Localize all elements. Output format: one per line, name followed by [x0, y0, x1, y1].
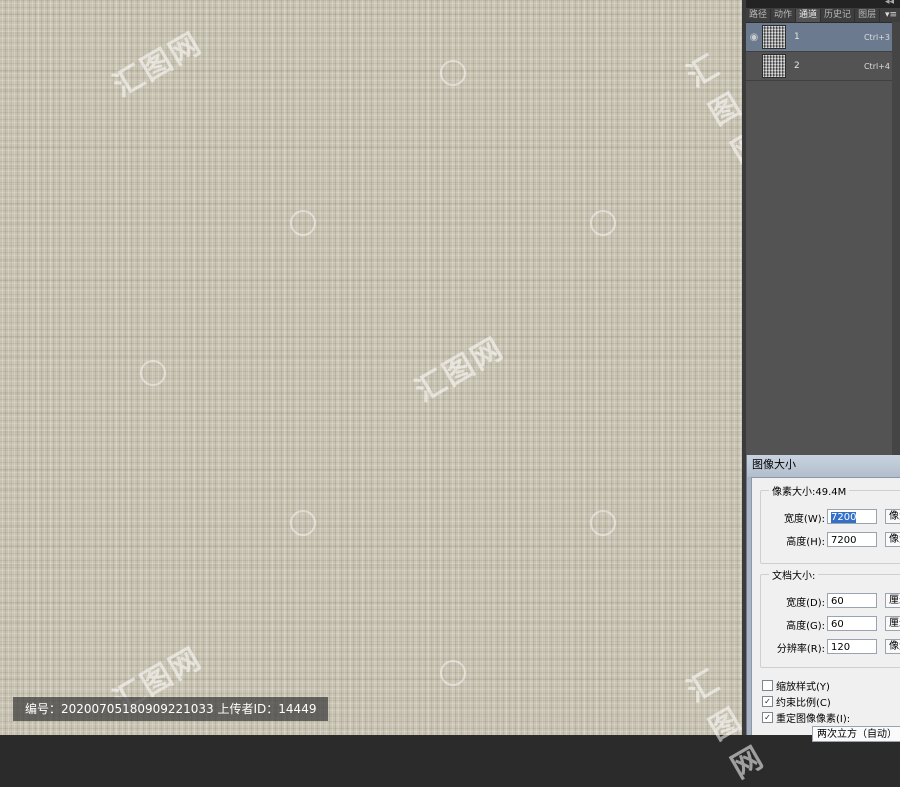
channel-thumbnail: [762, 25, 786, 49]
document-size-label: 文档大小:: [769, 567, 819, 582]
dialog-title: 图像大小: [747, 455, 900, 477]
constrain-proportions-option[interactable]: ✓ 约束比例(C): [762, 694, 831, 709]
doc-width-row: 宽度(D):: [761, 591, 825, 611]
tab-paths[interactable]: 路径: [746, 9, 772, 22]
doc-height-row: 高度(G):: [761, 614, 825, 634]
watermark-mark: [290, 510, 316, 536]
watermark-mark: [140, 360, 166, 386]
pixel-height-input[interactable]: 7200: [827, 532, 877, 547]
document-canvas[interactable]: 汇图网 汇图网 汇图网 汇图网 汇图网 编号：20200705180909221…: [0, 0, 770, 786]
channel-thumbnail: [762, 54, 786, 78]
panel-dock-header: ◂◂: [746, 0, 900, 8]
channel-shortcut: Ctrl+4: [863, 61, 890, 71]
pixel-width-unit-select[interactable]: 像素: [885, 509, 900, 524]
pixel-width-label: 宽度(W):: [783, 514, 825, 525]
doc-height-label: 高度(G):: [786, 621, 825, 632]
watermark-logo: 汇图网: [107, 25, 209, 105]
scale-styles-checkbox[interactable]: [762, 680, 773, 691]
watermark-logo: 汇图网: [409, 330, 511, 410]
eye-icon[interactable]: [746, 52, 762, 80]
collapse-icon[interactable]: ◂◂: [885, 0, 894, 7]
pixel-width-input[interactable]: 7200: [827, 509, 877, 524]
channel-row-2[interactable]: 2 Ctrl+4: [746, 52, 900, 81]
doc-height-input[interactable]: 60: [827, 616, 877, 631]
pixel-dimensions-label: 像素大小:49.4M: [769, 483, 850, 498]
resample-method-select[interactable]: 两次立方（自动）: [812, 726, 900, 742]
watermark-mark: [590, 210, 616, 236]
channel-row-1[interactable]: ◉ 1 Ctrl+3: [746, 23, 900, 52]
pixel-height-label: 高度(H):: [786, 537, 825, 548]
channel-name: 1: [794, 32, 800, 42]
resolution-label: 分辨率(R):: [776, 644, 825, 655]
panel-scrollbar[interactable]: [892, 22, 900, 455]
constrain-proportions-label: 约束比例(C): [776, 698, 831, 709]
resolution-row: 分辨率(R):: [761, 637, 825, 657]
panel-tabs: 路径 动作 通道 历史记 图层 ▾≡: [746, 8, 900, 23]
watermark-mark: [440, 60, 466, 86]
tab-actions[interactable]: 动作: [771, 9, 797, 22]
image-size-dialog: 图像大小 像素大小:49.4M 宽度(W): 7200 像素 高度(H): 72…: [746, 455, 900, 742]
watermark-mark: [590, 510, 616, 536]
resolution-unit-select[interactable]: 像素: [885, 639, 900, 654]
document-size-group: 文档大小: 宽度(D): 60 厘米 高度(G): 60 厘米 分辨率(R): …: [760, 567, 900, 668]
tab-history[interactable]: 历史记: [821, 9, 856, 22]
channel-shortcut: Ctrl+3: [863, 32, 890, 42]
resample-label: 重定图像像素(I):: [776, 714, 851, 725]
pixel-dimensions-group: 像素大小:49.4M 宽度(W): 7200 像素 高度(H): 7200 像素: [760, 483, 900, 564]
resolution-input[interactable]: 120: [827, 639, 877, 654]
scale-styles-label: 缩放样式(Y): [776, 682, 830, 693]
panel-menu-icon[interactable]: ▾≡: [885, 9, 900, 22]
dialog-body: 像素大小:49.4M 宽度(W): 7200 像素 高度(H): 7200 像素…: [751, 477, 900, 742]
eye-icon[interactable]: ◉: [746, 23, 762, 51]
channels-panel: 路径 动作 通道 历史记 图层 ▾≡ ◉ 1 Ctrl+3 2 Ctrl+4: [746, 8, 900, 455]
watermark-mark: [290, 210, 316, 236]
tab-channels[interactable]: 通道: [796, 9, 822, 22]
doc-width-label: 宽度(D):: [786, 598, 825, 609]
resample-checkbox[interactable]: ✓: [762, 712, 773, 723]
resample-option[interactable]: ✓ 重定图像像素(I):: [762, 710, 850, 725]
tab-layers[interactable]: 图层: [855, 9, 881, 22]
channel-name: 2: [794, 61, 800, 71]
doc-width-input[interactable]: 60: [827, 593, 877, 608]
upload-caption: 编号：20200705180909221033 上传者ID：14449: [13, 697, 329, 721]
constrain-proportions-checkbox[interactable]: ✓: [762, 696, 773, 707]
doc-width-unit-select[interactable]: 厘米: [885, 593, 900, 608]
scale-styles-option[interactable]: 缩放样式(Y): [762, 678, 830, 693]
pixel-height-row: 高度(H):: [761, 530, 825, 550]
pixel-width-row: 宽度(W):: [761, 507, 825, 527]
watermark-mark: [440, 660, 466, 686]
doc-height-unit-select[interactable]: 厘米: [885, 616, 900, 631]
pixel-height-unit-select[interactable]: 像素: [885, 532, 900, 547]
